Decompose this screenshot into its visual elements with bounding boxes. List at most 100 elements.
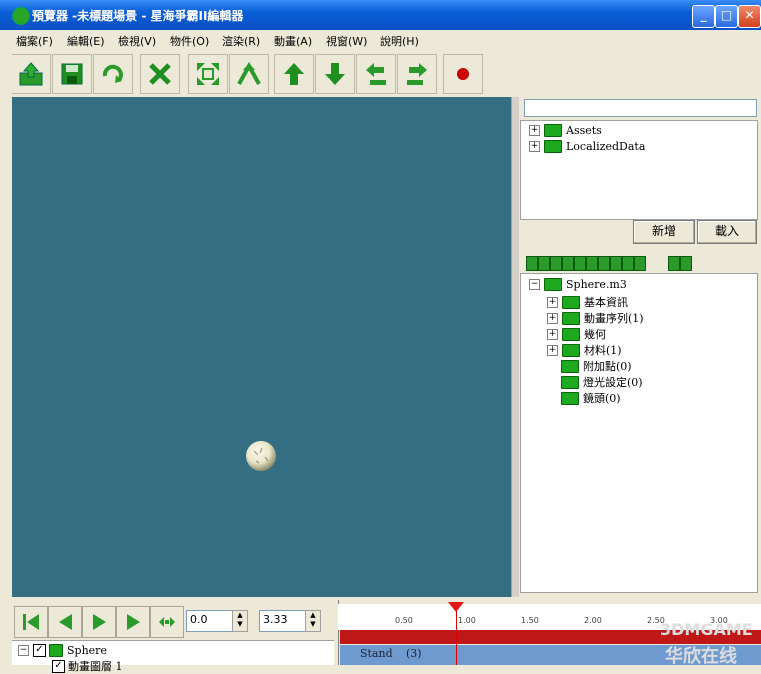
tree-item-materials[interactable]: + 材料(1): [547, 342, 622, 358]
layer-item-animation-layer[interactable]: ✓ 動畫圖層 1: [52, 658, 123, 674]
rotate-right-icon[interactable]: [397, 54, 437, 94]
effect-icon[interactable]: [680, 256, 692, 271]
asset-search-input[interactable]: [524, 99, 757, 117]
play-icon[interactable]: [82, 606, 116, 638]
tree-item-cameras[interactable]: 鏡頭(0): [561, 390, 621, 406]
go-to-start-icon[interactable]: [14, 606, 48, 638]
checkbox[interactable]: ✓: [52, 659, 65, 673]
sequence-name: Stand: [360, 647, 393, 660]
preview-viewport[interactable]: [12, 97, 511, 597]
maximize-button[interactable]: □: [715, 5, 738, 28]
tree-item-attachment-points[interactable]: 附加點(0): [561, 358, 632, 374]
attach-icon[interactable]: [586, 256, 598, 271]
folder-icon: [561, 391, 579, 405]
folder-icon: [561, 359, 579, 373]
expand-icon[interactable]: +: [529, 125, 540, 136]
expand-icon[interactable]: +: [529, 141, 540, 152]
pan-icon[interactable]: [229, 54, 269, 94]
rotate-left-icon[interactable]: [356, 54, 396, 94]
refresh-icon[interactable]: [93, 54, 133, 94]
end-time-stepper[interactable]: ▲ ▼: [305, 610, 321, 632]
save-icon[interactable]: [52, 54, 92, 94]
folder-icon: [544, 278, 562, 291]
tree-item-localizeddata[interactable]: + LocalizedData: [529, 140, 645, 153]
end-time-field[interactable]: 3.33: [259, 610, 308, 632]
load-button[interactable]: 載入: [697, 220, 757, 244]
expand-icon[interactable]: +: [547, 312, 558, 324]
loop-icon[interactable]: [150, 606, 184, 638]
add-button[interactable]: 新增: [633, 220, 695, 244]
light-icon[interactable]: [598, 256, 610, 271]
menu-view[interactable]: 檢視(V): [118, 33, 156, 49]
layer-icon: [49, 644, 63, 657]
folder-icon: [561, 375, 579, 389]
viewport-scrollbar[interactable]: [511, 97, 519, 597]
geometry-icon[interactable]: [562, 256, 574, 271]
tree-item-label: LocalizedData: [566, 140, 646, 153]
step-forward-icon[interactable]: [116, 606, 150, 638]
tree-item-sphere-m3[interactable]: − Sphere.m3: [529, 278, 627, 291]
checkbox[interactable]: ✓: [33, 644, 46, 657]
move-down-icon[interactable]: [315, 54, 355, 94]
menu-animation[interactable]: 動畫(A): [274, 33, 312, 49]
edit-icon[interactable]: [668, 256, 680, 271]
cycle-icon[interactable]: [622, 256, 634, 271]
expand-icon[interactable]: +: [547, 344, 558, 356]
forward-icon[interactable]: [610, 256, 622, 271]
tree-toolbar: [522, 253, 758, 273]
folder-icon: [562, 311, 580, 325]
new-icon[interactable]: [526, 256, 538, 271]
title-bar: 預覽器 -未標題場景 - 星海爭霸II編輯器 _ □ ✕: [0, 0, 761, 30]
open-icon[interactable]: [11, 54, 51, 94]
watermark-line1: 3DMGAME: [660, 620, 753, 639]
fit-view-icon[interactable]: [188, 54, 228, 94]
tree-item-animation-sequences[interactable]: + 動畫序列(1): [547, 310, 644, 326]
tick-label: 2.00: [584, 616, 602, 625]
time-cursor[interactable]: [456, 604, 457, 665]
play-icon[interactable]: [538, 256, 550, 271]
folder-icon: [544, 124, 562, 137]
step-back-icon[interactable]: [48, 606, 82, 638]
record-icon[interactable]: [443, 54, 483, 94]
menu-window[interactable]: 視窗(W): [326, 33, 367, 49]
menu-file[interactable]: 檔案(F): [16, 33, 53, 49]
menu-help[interactable]: 說明(H): [380, 33, 419, 49]
collapse-icon[interactable]: −: [529, 279, 540, 290]
sphere-model: [246, 441, 276, 471]
start-time-stepper[interactable]: ▲ ▼: [232, 610, 248, 632]
folder-icon: [562, 295, 580, 309]
menu-edit[interactable]: 編輯(E): [67, 33, 105, 49]
toolbar: [8, 51, 761, 96]
layer-item-sphere[interactable]: − ✓ Sphere: [18, 644, 107, 657]
sequence-count: (3): [406, 647, 422, 660]
start-time-field[interactable]: 0.0: [186, 610, 235, 632]
collapse-icon[interactable]: −: [18, 645, 29, 656]
delete-icon[interactable]: [140, 54, 180, 94]
tree-item-basic-info[interactable]: + 基本資訊: [547, 294, 628, 310]
material-icon[interactable]: [574, 256, 586, 271]
tree-item-assets[interactable]: + Assets: [529, 124, 602, 137]
app-icon: [12, 7, 30, 25]
tree-item-label: 附加點(0): [583, 360, 632, 373]
time-marker-icon[interactable]: [447, 601, 465, 613]
tree-item-label: 材料(1): [584, 344, 622, 357]
close-button[interactable]: ✕: [738, 5, 761, 28]
move-up-icon[interactable]: [274, 54, 314, 94]
tree-item-label: Sphere.m3: [566, 278, 627, 291]
sequence-icon[interactable]: [550, 256, 562, 271]
tree-item-lights[interactable]: 燈光設定(0): [561, 374, 643, 390]
tree-item-geometry[interactable]: + 幾何: [547, 326, 606, 342]
layer-label: 動畫圖層 1: [68, 660, 123, 673]
watermark-line2: 华欣在线: [665, 646, 737, 667]
camera-icon[interactable]: [634, 256, 646, 271]
expand-icon[interactable]: +: [547, 296, 558, 308]
left-edge: [0, 51, 12, 665]
tree-item-label: 動畫序列(1): [584, 312, 644, 325]
expand-icon[interactable]: +: [547, 328, 558, 340]
tick-label: 1.50: [521, 616, 539, 625]
minimize-button[interactable]: _: [692, 5, 715, 28]
menu-render[interactable]: 渲染(R): [222, 33, 260, 49]
menu-object[interactable]: 物件(O): [170, 33, 209, 49]
tree-item-label: 基本資訊: [584, 296, 628, 309]
tick-label: 0.50: [395, 616, 413, 625]
